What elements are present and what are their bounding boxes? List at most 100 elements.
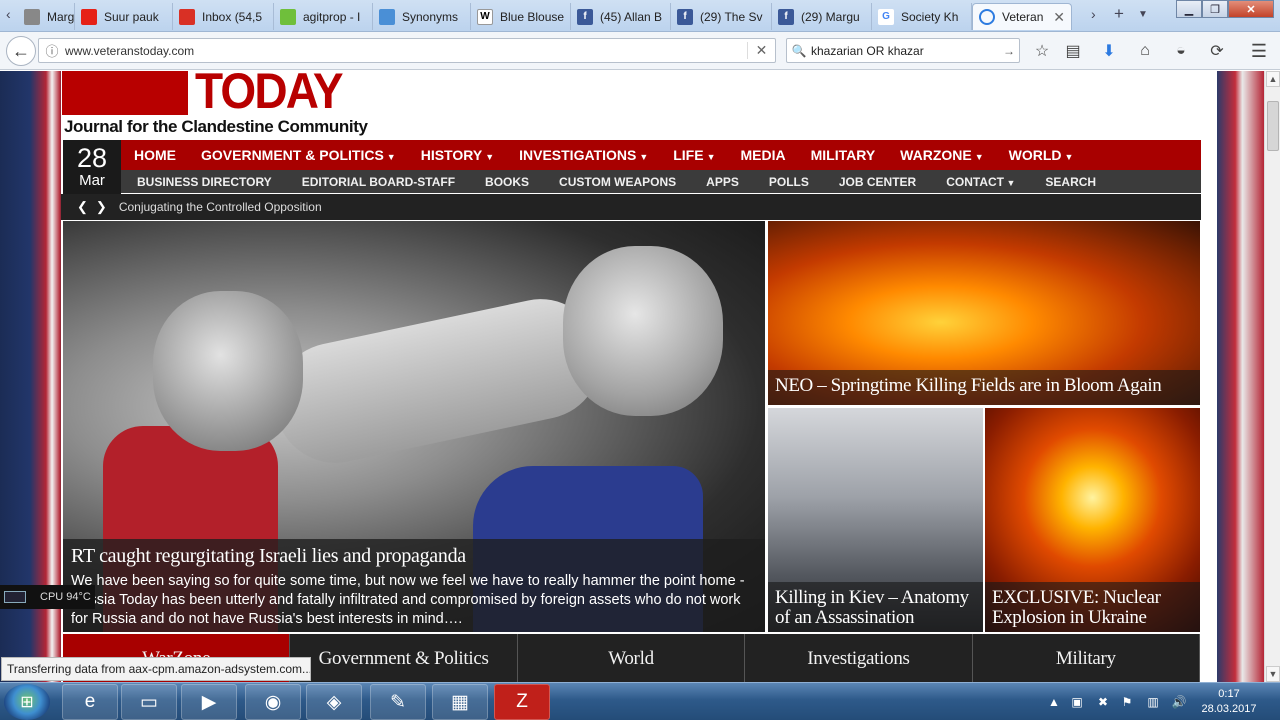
tab-6[interactable]: f (45) Allan B	[571, 3, 671, 30]
url-bar[interactable]: ⓘ www.veteranstoday.com ✕	[38, 38, 776, 63]
filezilla-icon[interactable]: Z	[494, 684, 550, 720]
sub-nav-item[interactable]: BOOKS	[485, 175, 529, 189]
vertical-scrollbar[interactable]: ▲ ▼	[1264, 71, 1280, 682]
main-nav-label: GOVERNMENT & POLITICS	[201, 147, 384, 163]
site-tagline: Journal for the Clandestine Community	[64, 117, 368, 136]
scroll-thumb[interactable]	[1267, 101, 1279, 151]
tab-list-icon[interactable]: ▼	[1138, 9, 1148, 20]
tab-3[interactable]: agitprop - I	[274, 3, 373, 30]
category-tab[interactable]: Military	[972, 634, 1201, 682]
volume-icon[interactable]: 🔊	[1170, 693, 1188, 711]
tab-9[interactable]: G Society Kh	[872, 3, 972, 30]
dropdown-caret-icon: ▼	[386, 152, 396, 162]
ticker-headline[interactable]: Conjugating the Controlled Opposition	[119, 200, 322, 214]
main-nav-item[interactable]: HOME	[134, 147, 176, 163]
menu-icon[interactable]: ☰	[1248, 40, 1270, 62]
search-input[interactable]: khazarian OR khazar	[811, 44, 924, 58]
tab-1[interactable]: Suur pauk	[75, 3, 173, 30]
site-logo[interactable]: TODAY Journal for the Clandestine Commun…	[62, 71, 402, 139]
scroll-up-icon[interactable]: ▲	[1266, 71, 1280, 87]
firefox-icon[interactable]: ◉	[245, 684, 301, 720]
sub-nav-item[interactable]: APPS	[706, 175, 739, 189]
tab-5[interactable]: W Blue Blouse	[471, 3, 571, 30]
pocket-icon[interactable]: ◒	[1170, 40, 1192, 62]
featured-title[interactable]: RT caught regurgitating Israeli lies and…	[71, 545, 757, 568]
tab-label: Veteran	[1002, 10, 1044, 24]
scroll-down-icon[interactable]: ▼	[1266, 666, 1280, 682]
search-go-icon[interactable]: →	[999, 44, 1019, 58]
sub-nav-item[interactable]: POLLS	[769, 175, 809, 189]
featured-article[interactable]: RT caught regurgitating Israeli lies and…	[63, 221, 765, 632]
main-nav-item[interactable]: INVESTIGATIONS ▼	[519, 147, 648, 163]
tab-scroll-right-icon[interactable]: ›	[1091, 6, 1096, 22]
tab-4[interactable]: Synonyms	[373, 3, 471, 30]
sub-nav-item[interactable]: EDITORIAL BOARD-STAFF	[302, 175, 455, 189]
article-tile-title[interactable]: Killing in Kiev – Anatomy of an Assassin…	[768, 582, 983, 632]
url-text[interactable]: www.veteranstoday.com	[65, 44, 194, 58]
main-nav-item[interactable]: LIFE ▼	[673, 147, 715, 163]
bookmark-star-icon[interactable]: ☆	[1031, 40, 1053, 62]
hero-image-head-right	[563, 246, 723, 416]
main-nav-item[interactable]: MEDIA	[741, 147, 786, 163]
tab-2[interactable]: Inbox (54,5	[173, 3, 274, 30]
main-nav-item[interactable]: GOVERNMENT & POLITICS ▼	[201, 147, 396, 163]
back-button[interactable]: ←	[6, 36, 36, 66]
sub-nav-label: POLLS	[768, 174, 809, 189]
home-icon[interactable]: ⌂	[1134, 40, 1156, 62]
article-tile-title[interactable]: NEO – Springtime Killing Fields are in B…	[768, 370, 1200, 405]
sub-nav-item[interactable]: CUSTOM WEAPONS	[559, 175, 676, 189]
article-tile[interactable]: EXCLUSIVE: Nuclear Explosion in Ukraine	[985, 408, 1200, 632]
main-nav-item[interactable]: HISTORY ▼	[421, 147, 494, 163]
network-icon[interactable]: ▥	[1144, 693, 1162, 711]
taskbar: ⊞ e ▭ ▶ ◉ ◈ ✎ ▦ Z ▲ ▣ ✖ ⚑ ▥ 🔊 0:17 28.03…	[0, 682, 1280, 720]
article-tile[interactable]: Killing in Kiev – Anatomy of an Assassin…	[768, 408, 983, 632]
tab-scroll-left-icon[interactable]: ‹	[6, 6, 11, 22]
search-box[interactable]: 🔍 khazarian OR khazar →	[786, 38, 1020, 63]
tab-label: (29) Margu	[801, 9, 860, 24]
stop-loading-icon[interactable]: ✕	[747, 42, 775, 59]
tray-expand-icon[interactable]: ▲	[1045, 693, 1063, 711]
sub-nav-label: APPS	[706, 174, 739, 189]
featured-excerpt: We have been saying so for quite some ti…	[71, 573, 745, 627]
sub-nav-item[interactable]: JOB CENTER	[839, 175, 916, 189]
system-clock[interactable]: 0:17 28.03.2017	[1194, 687, 1264, 717]
close-tab-icon[interactable]: ✕	[1047, 9, 1065, 26]
article-tile-title[interactable]: EXCLUSIVE: Nuclear Explosion in Ukraine	[985, 582, 1200, 632]
downloads-icon[interactable]: ⬇	[1098, 40, 1120, 62]
main-nav-item[interactable]: WARZONE ▼	[900, 147, 983, 163]
tab-0[interactable]: Marg	[18, 3, 75, 30]
category-tab[interactable]: World	[517, 634, 746, 682]
tab-10[interactable]: Veteran ✕	[972, 3, 1072, 30]
site-info-icon[interactable]: ⓘ	[39, 41, 65, 60]
start-button[interactable]: ⊞	[4, 684, 50, 720]
tray-app-icon[interactable]: ▣	[1068, 693, 1086, 711]
new-tab-icon[interactable]: +	[1114, 4, 1124, 24]
main-nav-item[interactable]: WORLD ▼	[1009, 147, 1074, 163]
ticker-next-icon[interactable]: ❯	[96, 199, 107, 215]
article-tile[interactable]: NEO – Springtime Killing Fields are in B…	[768, 221, 1200, 405]
system-monitor-icon[interactable]: ▦	[432, 684, 488, 720]
main-nav-item[interactable]: MILITARY	[811, 147, 876, 163]
internet-explorer-icon[interactable]: e	[62, 684, 118, 720]
media-player-icon[interactable]: ▶	[181, 684, 237, 720]
loading-icon	[979, 9, 995, 25]
sub-nav-item[interactable]: CONTACT ▼	[946, 175, 1015, 189]
browser-app-icon[interactable]: ◈	[306, 684, 362, 720]
maximize-icon[interactable]: ❐	[1202, 0, 1228, 18]
ticker-prev-icon[interactable]: ❮	[77, 199, 88, 215]
sub-nav-item[interactable]: SEARCH	[1045, 175, 1096, 189]
reader-view-icon[interactable]: ▤	[1062, 40, 1084, 62]
tab-8[interactable]: f (29) Margu	[772, 3, 872, 30]
notepad-icon[interactable]: ✎	[370, 684, 426, 720]
sub-nav-item[interactable]: BUSINESS DIRECTORY	[137, 175, 272, 189]
category-tab[interactable]: Investigations	[745, 634, 973, 682]
tray-flag-icon[interactable]: ⚑	[1118, 693, 1136, 711]
sync-icon[interactable]: ⟳	[1206, 40, 1228, 62]
tab-7[interactable]: f (29) The Sv	[671, 3, 772, 30]
category-tab[interactable]: Government & Politics	[290, 634, 518, 682]
file-explorer-icon[interactable]: ▭	[121, 684, 177, 720]
minimize-icon[interactable]: ▁	[1176, 0, 1202, 18]
tray-security-icon[interactable]: ✖	[1094, 693, 1112, 711]
close-window-icon[interactable]: ✕	[1228, 0, 1274, 18]
sub-nav-label: JOB CENTER	[838, 174, 917, 189]
